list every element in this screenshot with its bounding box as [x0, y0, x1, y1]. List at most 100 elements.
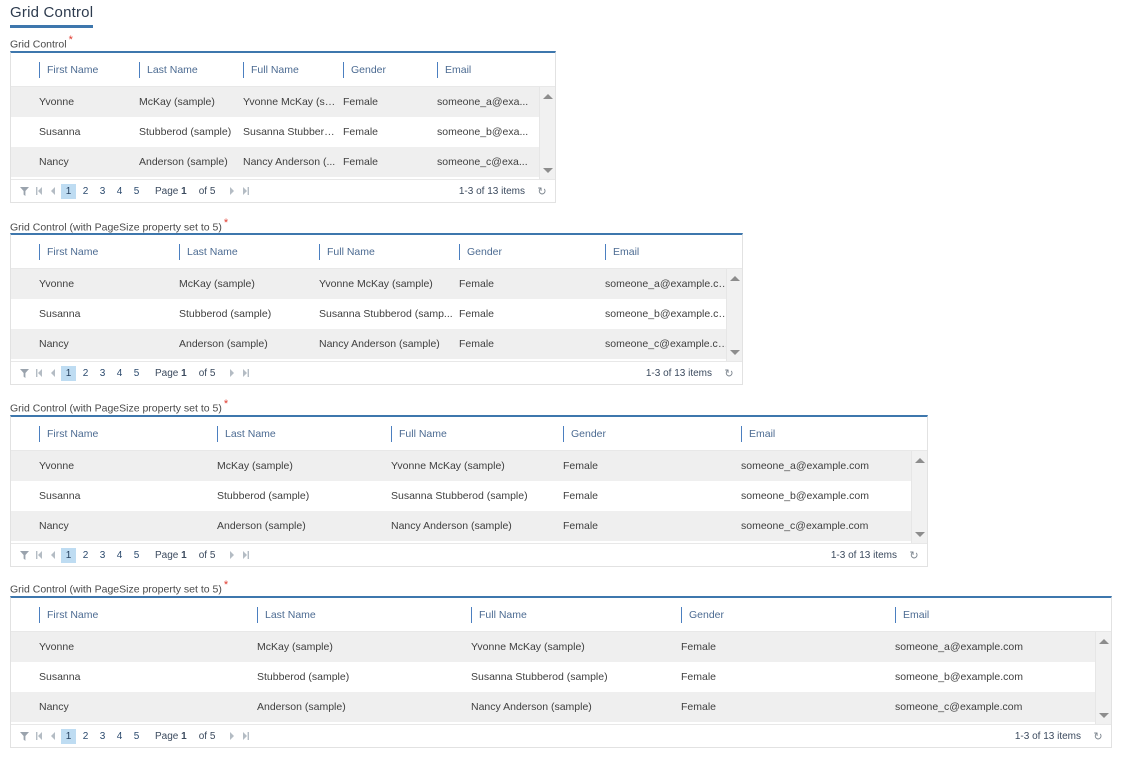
page-number-input[interactable]: 1	[181, 186, 187, 197]
column-header-last-name[interactable]: Last Name	[179, 242, 319, 262]
column-header-first-name[interactable]: First Name	[39, 242, 179, 262]
page-number-1[interactable]: 1	[61, 183, 76, 199]
page-number-2[interactable]: 2	[78, 729, 93, 744]
table-row[interactable]: Yvonne McKay (sample) Yvonne McKay (samp…	[11, 269, 742, 299]
column-header-gender[interactable]: Gender	[681, 605, 895, 625]
scroll-down-icon[interactable]	[1096, 708, 1112, 722]
grid-control-3[interactable]: First Name Last Name Full Name Gender Em…	[10, 415, 928, 567]
page-number-4[interactable]: 4	[112, 366, 127, 381]
scroll-up-icon[interactable]	[727, 271, 743, 285]
page-number-2[interactable]: 2	[78, 548, 93, 563]
scroll-up-icon[interactable]	[1096, 634, 1112, 648]
refresh-icon[interactable]: ↻	[722, 367, 736, 380]
page-number-input[interactable]: 1	[181, 368, 187, 379]
page-number-3[interactable]: 3	[95, 366, 110, 381]
page-number-3[interactable]: 3	[95, 729, 110, 744]
page-number-4[interactable]: 4	[112, 729, 127, 744]
last-page-icon[interactable]	[239, 364, 253, 382]
last-page-icon[interactable]	[239, 546, 253, 564]
column-header-full-name[interactable]: Full Name	[391, 424, 563, 444]
filter-icon[interactable]	[17, 182, 32, 200]
grid-control-4[interactable]: First Name Last Name Full Name Gender Em…	[10, 596, 1112, 748]
refresh-icon[interactable]: ↻	[907, 549, 921, 562]
column-header-email[interactable]: Email	[895, 605, 1095, 625]
column-header-full-name[interactable]: Full Name	[319, 242, 459, 262]
page-number-1[interactable]: 1	[61, 547, 76, 563]
previous-page-icon[interactable]	[46, 546, 60, 564]
first-page-icon[interactable]	[32, 364, 46, 382]
table-row[interactable]: Susanna Stubberod (sample) Susanna Stubb…	[11, 662, 1111, 692]
page-number-4[interactable]: 4	[112, 548, 127, 563]
column-header-first-name[interactable]: First Name	[39, 60, 139, 80]
column-header-last-name[interactable]: Last Name	[217, 424, 391, 444]
filter-icon[interactable]	[17, 727, 32, 745]
scroll-up-icon[interactable]	[540, 89, 556, 103]
column-header-last-name[interactable]: Last Name	[257, 605, 471, 625]
previous-page-icon[interactable]	[46, 364, 60, 382]
scroll-down-icon[interactable]	[912, 527, 928, 541]
page-number-3[interactable]: 3	[95, 184, 110, 199]
first-page-icon[interactable]	[32, 546, 46, 564]
next-page-icon[interactable]	[225, 182, 239, 200]
page-number-1[interactable]: 1	[61, 365, 76, 381]
table-row[interactable]: Yvonne McKay (sample) Yvonne McKay (samp…	[11, 451, 927, 481]
page-number-1[interactable]: 1	[61, 728, 76, 744]
column-header-full-name[interactable]: Full Name	[471, 605, 681, 625]
scroll-down-icon[interactable]	[727, 345, 743, 359]
column-header-last-name[interactable]: Last Name	[139, 60, 243, 80]
grid-3-label: Grid Control (with PageSize property set…	[10, 399, 228, 415]
column-header-gender[interactable]: Gender	[459, 242, 605, 262]
page-number-3[interactable]: 3	[95, 548, 110, 563]
table-row[interactable]: Nancy Anderson (sample) Nancy Anderson (…	[11, 147, 555, 177]
page-number-4[interactable]: 4	[112, 184, 127, 199]
vertical-scrollbar[interactable]	[911, 451, 927, 543]
previous-page-icon[interactable]	[46, 727, 60, 745]
column-header-email[interactable]: Email	[741, 424, 911, 444]
last-page-icon[interactable]	[239, 727, 253, 745]
next-page-icon[interactable]	[225, 546, 239, 564]
column-header-first-name[interactable]: First Name	[39, 605, 257, 625]
refresh-icon[interactable]: ↻	[1091, 730, 1105, 743]
filter-icon[interactable]	[17, 546, 32, 564]
page-number-5[interactable]: 5	[129, 548, 144, 563]
column-header-email[interactable]: Email	[605, 242, 735, 262]
column-header-first-name[interactable]: First Name	[39, 424, 217, 444]
next-page-icon[interactable]	[225, 727, 239, 745]
table-row[interactable]: Nancy Anderson (sample) Nancy Anderson (…	[11, 692, 1111, 722]
table-row[interactable]: Susanna Stubberod (sample) Susanna Stubb…	[11, 481, 927, 511]
column-header-gender[interactable]: Gender	[563, 424, 741, 444]
cell-full-name: Nancy Anderson (sample)	[391, 520, 512, 532]
scroll-down-icon[interactable]	[540, 163, 556, 177]
page-number-5[interactable]: 5	[129, 366, 144, 381]
page-total-label: of 5	[198, 549, 216, 561]
column-header-gender[interactable]: Gender	[343, 60, 437, 80]
page-number-5[interactable]: 5	[129, 184, 144, 199]
column-header-email[interactable]: Email	[437, 60, 537, 80]
previous-page-icon[interactable]	[46, 182, 60, 200]
page-number-2[interactable]: 2	[78, 184, 93, 199]
vertical-scrollbar[interactable]	[539, 87, 555, 179]
refresh-icon[interactable]: ↻	[535, 185, 549, 198]
first-page-icon[interactable]	[32, 727, 46, 745]
table-row[interactable]: Susanna Stubberod (sample) Susanna Stubb…	[11, 299, 742, 329]
table-row[interactable]: Yvonne McKay (sample) Yvonne McKay (sa..…	[11, 87, 555, 117]
page-number-2[interactable]: 2	[78, 366, 93, 381]
last-page-icon[interactable]	[239, 182, 253, 200]
next-page-icon[interactable]	[225, 364, 239, 382]
table-row[interactable]: Nancy Anderson (sample) Nancy Anderson (…	[11, 511, 927, 541]
grid-control-1[interactable]: First Name Last Name Full Name Gender Em…	[10, 51, 556, 203]
page-number-5[interactable]: 5	[129, 729, 144, 744]
page-number-input[interactable]: 1	[181, 731, 187, 742]
vertical-scrollbar[interactable]	[1095, 632, 1111, 724]
vertical-scrollbar[interactable]	[726, 269, 742, 361]
table-row[interactable]: Yvonne McKay (sample) Yvonne McKay (samp…	[11, 632, 1111, 662]
first-page-icon[interactable]	[32, 182, 46, 200]
page-number-input[interactable]: 1	[181, 550, 187, 561]
column-header-full-name[interactable]: Full Name	[243, 60, 343, 80]
grid-control-2[interactable]: First Name Last Name Full Name Gender Em…	[10, 233, 743, 385]
cell-email: someone_b@exa...	[437, 126, 529, 138]
scroll-up-icon[interactable]	[912, 453, 928, 467]
filter-icon[interactable]	[17, 364, 32, 382]
table-row[interactable]: Nancy Anderson (sample) Nancy Anderson (…	[11, 329, 742, 359]
table-row[interactable]: Susanna Stubberod (sample) Susanna Stubb…	[11, 117, 555, 147]
